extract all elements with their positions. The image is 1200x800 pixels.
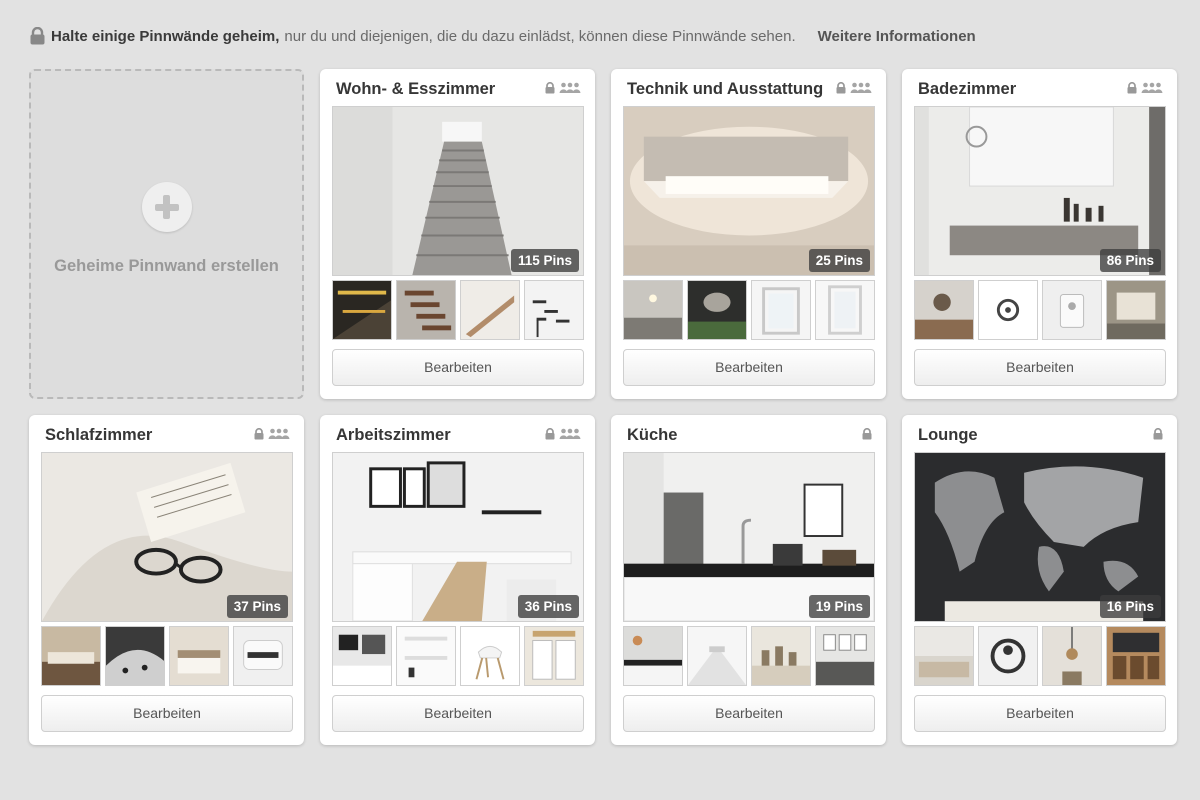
pins-count-badge: 36 Pins <box>517 595 579 618</box>
board-thumbnail[interactable] <box>751 280 811 340</box>
board-card: Arbeitszimmer 36 Pins Bearbeiten <box>320 415 595 745</box>
board-thumbnail[interactable] <box>914 280 974 340</box>
edit-board-button[interactable]: Bearbeiten <box>623 349 875 386</box>
board-card: Küche 19 Pins Bearbeiten <box>611 415 886 745</box>
board-title[interactable]: Wohn- & Esszimmer <box>336 80 495 99</box>
board-thumbnail[interactable] <box>623 626 683 686</box>
board-thumbnail[interactable] <box>105 626 165 686</box>
edit-board-button[interactable]: Bearbeiten <box>332 349 584 386</box>
board-cover-image[interactable]: 37 Pins <box>41 452 293 622</box>
board-title[interactable]: Lounge <box>918 426 978 445</box>
board-card: Wohn- & Esszimmer 115 Pins Bearbeiten <box>320 69 595 399</box>
notice-bold-text: Halte einige Pinnwände geheim, <box>51 27 280 45</box>
lock-icon <box>1153 428 1163 440</box>
board-cover-image[interactable]: 25 Pins <box>623 106 875 276</box>
board-thumbnails <box>623 280 875 340</box>
board-thumbnail[interactable] <box>332 626 392 686</box>
board-thumbnail[interactable] <box>169 626 229 686</box>
pins-count-badge: 115 Pins <box>510 249 579 272</box>
board-card: Badezimmer 86 Pins Bearbeiten <box>902 69 1177 399</box>
board-thumbnail[interactable] <box>815 280 875 340</box>
board-cover-image[interactable]: 36 Pins <box>332 452 584 622</box>
lock-icon <box>1127 82 1137 94</box>
board-thumbnails <box>332 626 584 686</box>
board-thumbnail[interactable] <box>1106 280 1166 340</box>
notice-text: nur du und diejenigen, die du dazu einlä… <box>284 27 796 45</box>
pins-count-badge: 19 Pins <box>808 595 870 618</box>
board-card: Lounge 16 Pins Bearbeiten <box>902 415 1177 745</box>
secret-boards-notice: Halte einige Pinnwände geheim, nur du un… <box>30 24 976 48</box>
board-thumbnails <box>914 280 1166 340</box>
more-info-link[interactable]: Weitere Informationen <box>818 28 976 45</box>
board-thumbnail[interactable] <box>524 626 584 686</box>
board-thumbnail[interactable] <box>978 280 1038 340</box>
boards-grid: Geheime Pinnwand erstellen Wohn- & Esszi… <box>29 69 1179 749</box>
plus-icon <box>141 182 192 232</box>
board-cover-image[interactable]: 19 Pins <box>623 452 875 622</box>
board-thumbnail[interactable] <box>460 280 520 340</box>
board-thumbnail[interactable] <box>687 626 747 686</box>
lock-icon <box>254 428 264 440</box>
board-thumbnail[interactable] <box>1042 626 1102 686</box>
board-title[interactable]: Schlafzimmer <box>45 426 152 445</box>
board-thumbnail[interactable] <box>332 280 392 340</box>
pins-count-badge: 16 Pins <box>1099 595 1161 618</box>
board-thumbnail[interactable] <box>396 280 456 340</box>
board-title[interactable]: Arbeitszimmer <box>336 426 451 445</box>
board-thumbnail[interactable] <box>233 626 293 686</box>
board-thumbnails <box>623 626 875 686</box>
group-icon <box>268 428 290 439</box>
group-icon <box>1141 82 1163 93</box>
lock-icon <box>862 428 872 440</box>
group-icon <box>559 428 581 439</box>
board-card: Technik und Ausstattung 25 Pins Bearbeit… <box>611 69 886 399</box>
lock-icon <box>545 82 555 94</box>
board-thumbnails <box>332 280 584 340</box>
edit-board-button[interactable]: Bearbeiten <box>332 695 584 732</box>
board-thumbnail[interactable] <box>396 626 456 686</box>
board-thumbnail[interactable] <box>815 626 875 686</box>
edit-board-button[interactable]: Bearbeiten <box>41 695 293 732</box>
lock-icon <box>836 82 846 94</box>
board-cover-image[interactable]: 16 Pins <box>914 452 1166 622</box>
board-cover-image[interactable]: 115 Pins <box>332 106 584 276</box>
lock-icon <box>30 26 45 45</box>
board-title[interactable]: Badezimmer <box>918 80 1016 99</box>
board-thumbnail[interactable] <box>978 626 1038 686</box>
board-cover-image[interactable]: 86 Pins <box>914 106 1166 276</box>
group-icon <box>559 82 581 93</box>
board-thumbnail[interactable] <box>914 626 974 686</box>
create-board-label: Geheime Pinnwand erstellen <box>54 257 279 275</box>
board-title[interactable]: Technik und Ausstattung <box>627 80 823 99</box>
board-thumbnails <box>914 626 1166 686</box>
board-card: Schlafzimmer 37 Pins Bearbeiten <box>29 415 304 745</box>
pins-count-badge: 37 Pins <box>226 595 288 618</box>
board-thumbnail[interactable] <box>41 626 101 686</box>
pins-count-badge: 86 Pins <box>1099 249 1161 272</box>
edit-board-button[interactable]: Bearbeiten <box>914 349 1166 386</box>
board-thumbnail[interactable] <box>1042 280 1102 340</box>
lock-icon <box>545 428 555 440</box>
board-thumbnail[interactable] <box>524 280 584 340</box>
edit-board-button[interactable]: Bearbeiten <box>623 695 875 732</box>
board-title[interactable]: Küche <box>627 426 677 445</box>
board-thumbnails <box>41 626 293 686</box>
group-icon <box>850 82 872 93</box>
board-thumbnail[interactable] <box>687 280 747 340</box>
edit-board-button[interactable]: Bearbeiten <box>914 695 1166 732</box>
board-thumbnail[interactable] <box>623 280 683 340</box>
pins-count-badge: 25 Pins <box>808 249 870 272</box>
create-secret-board-button[interactable]: Geheime Pinnwand erstellen <box>29 69 304 399</box>
board-thumbnail[interactable] <box>751 626 811 686</box>
board-thumbnail[interactable] <box>1106 626 1166 686</box>
board-thumbnail[interactable] <box>460 626 520 686</box>
